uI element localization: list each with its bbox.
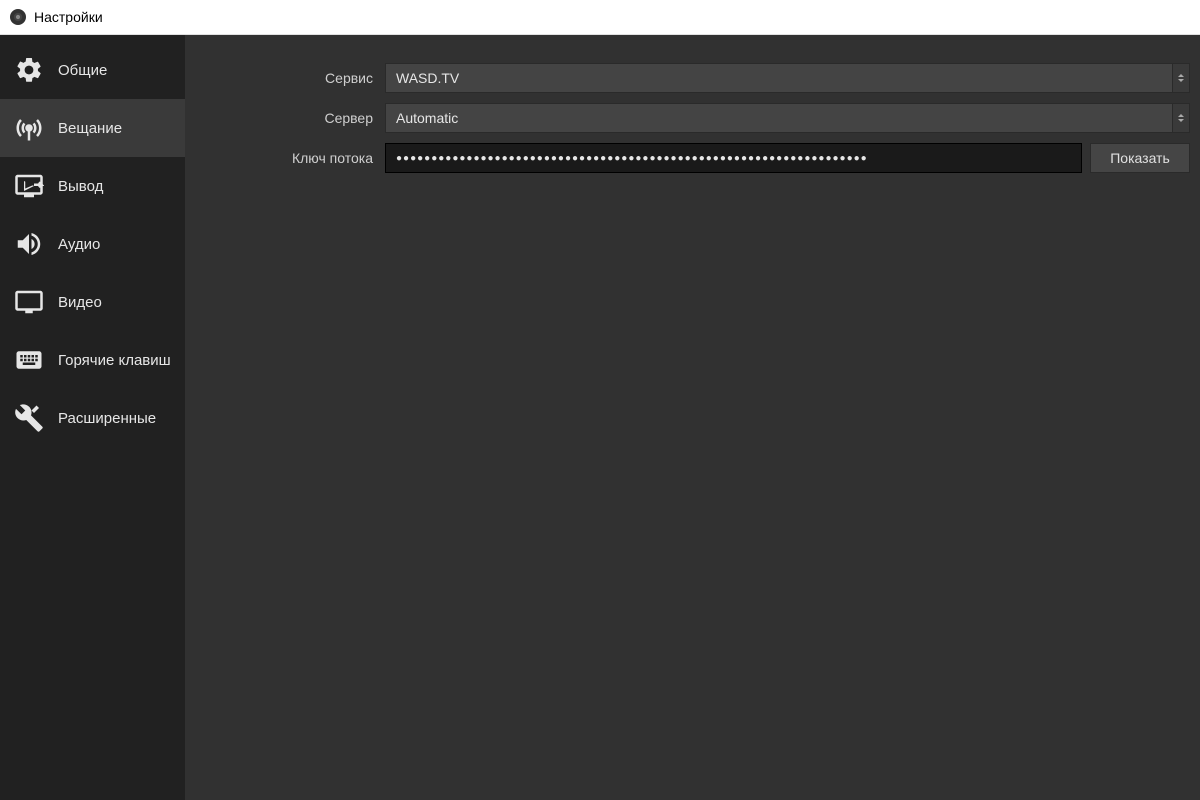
sidebar-item-label: Аудио (58, 236, 100, 253)
gear-icon (12, 53, 46, 87)
titlebar: Настройки (0, 0, 1200, 35)
sidebar-item-video[interactable]: Видео (0, 273, 185, 331)
sidebar-item-general[interactable]: Общие (0, 41, 185, 99)
sidebar-item-label: Горячие клавиш (58, 352, 171, 369)
sidebar-item-label: Вывод (58, 178, 103, 195)
sidebar-item-advanced[interactable]: Расширенные (0, 389, 185, 447)
server-label: Сервер (185, 110, 385, 126)
chevron-up-icon (1178, 114, 1184, 117)
monitor-icon (12, 285, 46, 319)
show-key-button[interactable]: Показать (1090, 143, 1190, 173)
sidebar-item-audio[interactable]: Аудио (0, 215, 185, 273)
chevron-down-icon (1178, 119, 1184, 122)
main-area: Общие Вещание Вывод Аудио Видео (0, 35, 1200, 800)
service-spinner[interactable] (1172, 63, 1190, 93)
chevron-down-icon (1178, 79, 1184, 82)
sidebar-item-label: Расширенные (58, 410, 156, 427)
sidebar-item-output[interactable]: Вывод (0, 157, 185, 215)
sidebar-item-hotkeys[interactable]: Горячие клавиш (0, 331, 185, 389)
service-label: Сервис (185, 70, 385, 86)
output-icon (12, 169, 46, 203)
broadcast-icon (12, 111, 46, 145)
tools-icon (12, 401, 46, 435)
app-icon (10, 9, 26, 25)
row-stream-key: Ключ потока ●●●●●●●●●●●●●●●●●●●●●●●●●●●●… (185, 143, 1190, 173)
keyboard-icon (12, 343, 46, 377)
sidebar: Общие Вещание Вывод Аудио Видео (0, 35, 185, 800)
stream-key-input[interactable]: ●●●●●●●●●●●●●●●●●●●●●●●●●●●●●●●●●●●●●●●●… (385, 143, 1082, 173)
chevron-up-icon (1178, 74, 1184, 77)
server-spinner[interactable] (1172, 103, 1190, 133)
settings-panel: Сервис WASD.TV Сервер Automatic Ключ пот… (185, 35, 1200, 800)
speaker-icon (12, 227, 46, 261)
service-value: WASD.TV (396, 70, 459, 86)
sidebar-item-label: Вещание (58, 120, 122, 137)
service-select[interactable]: WASD.TV (385, 63, 1173, 93)
server-value: Automatic (396, 110, 458, 126)
stream-key-label: Ключ потока (185, 150, 385, 166)
row-service: Сервис WASD.TV (185, 63, 1190, 93)
row-server: Сервер Automatic (185, 103, 1190, 133)
server-select[interactable]: Automatic (385, 103, 1173, 133)
stream-key-masked: ●●●●●●●●●●●●●●●●●●●●●●●●●●●●●●●●●●●●●●●●… (396, 153, 868, 164)
show-key-button-label: Показать (1110, 150, 1170, 166)
sidebar-item-stream[interactable]: Вещание (0, 99, 185, 157)
sidebar-item-label: Видео (58, 294, 102, 311)
sidebar-item-label: Общие (58, 62, 107, 79)
window-title: Настройки (34, 9, 103, 25)
